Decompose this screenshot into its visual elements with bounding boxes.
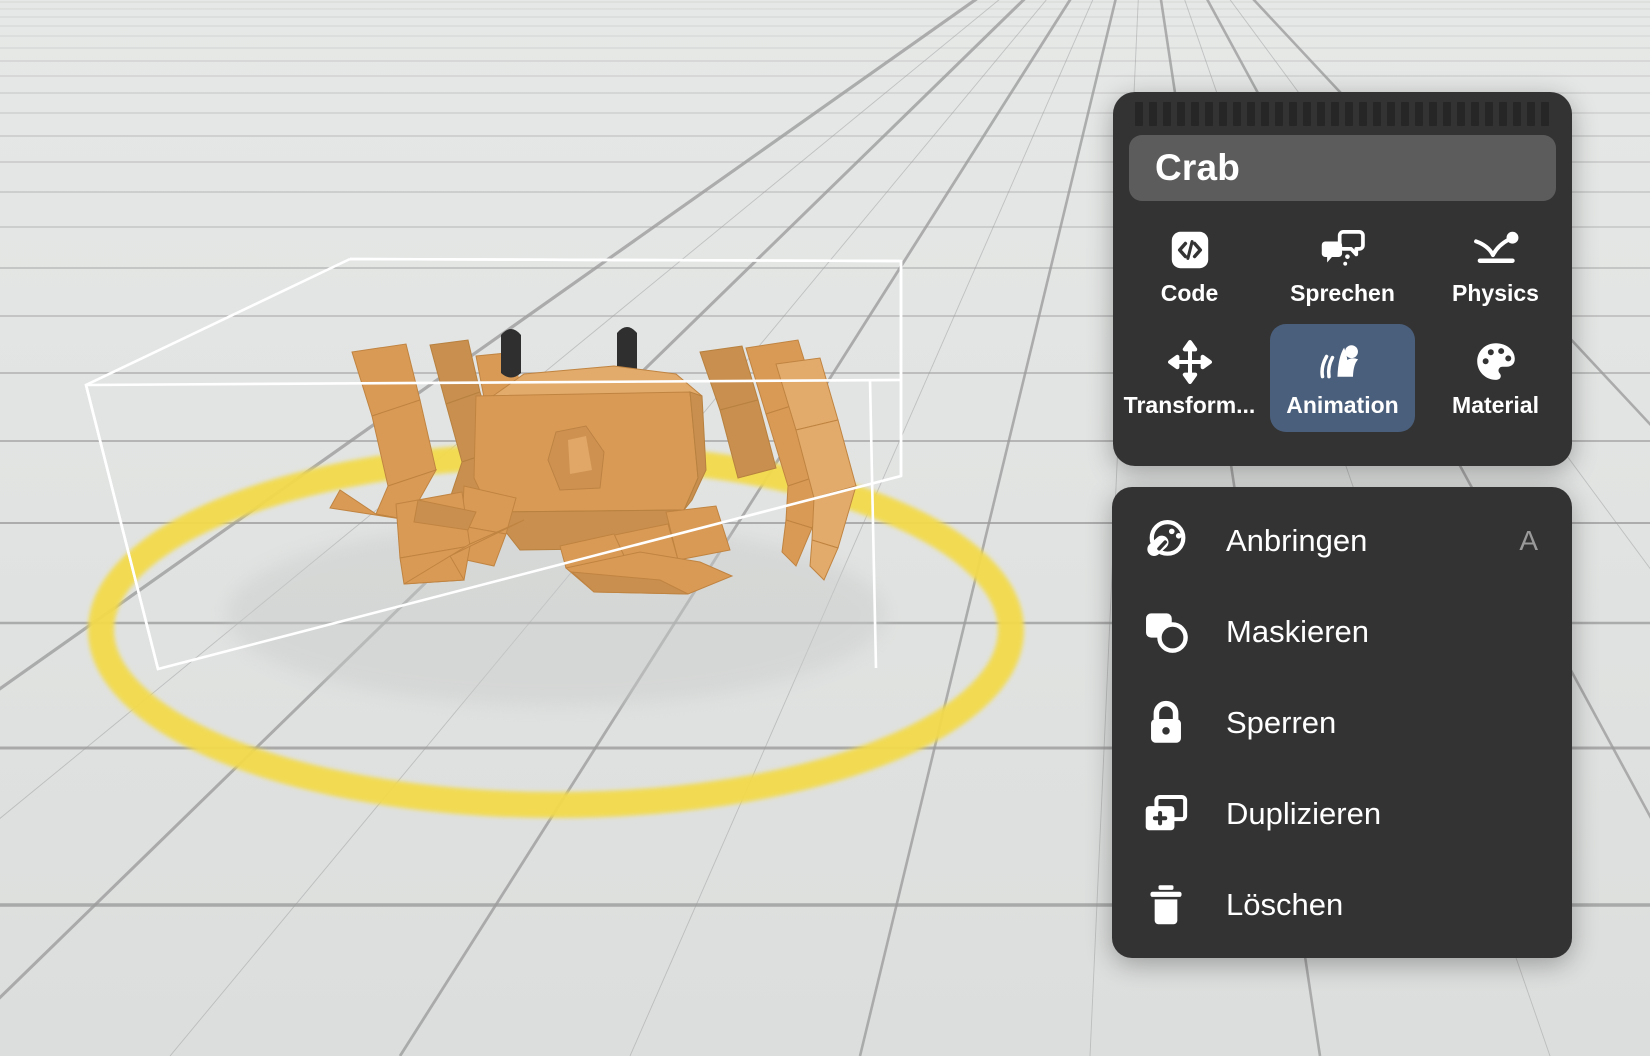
move-icon xyxy=(1167,339,1213,385)
menu-label-mask: Maskieren xyxy=(1226,613,1369,649)
speech-icon xyxy=(1319,227,1367,273)
lock-icon xyxy=(1138,699,1194,747)
tool-label-speak: Sprechen xyxy=(1290,280,1395,306)
menu-item-duplicate[interactable]: Duplizieren xyxy=(1112,768,1572,859)
menu-item-attach[interactable]: Anbringen A xyxy=(1112,495,1572,586)
tool-label-transform: Transform... xyxy=(1123,392,1256,418)
animation-icon xyxy=(1319,339,1367,385)
tool-button-transform[interactable]: Transform... xyxy=(1117,324,1262,432)
mask-icon xyxy=(1138,608,1194,656)
menu-label-delete: Löschen xyxy=(1226,886,1344,922)
app-root: Crab Code Sprechen Physics Transform... … xyxy=(0,0,1650,1056)
object-context-menu[interactable]: Anbringen A Maskieren Sperren Dupliziere… xyxy=(1112,487,1572,958)
menu-item-lock[interactable]: Sperren xyxy=(1112,677,1572,768)
menu-item-mask[interactable]: Maskieren xyxy=(1112,586,1572,677)
tool-label-material: Material xyxy=(1452,392,1539,418)
tool-label-animation: Animation xyxy=(1286,392,1399,418)
trash-icon xyxy=(1138,881,1194,929)
object-name-input[interactable]: Crab xyxy=(1129,135,1556,201)
panel-drag-handle[interactable] xyxy=(1135,102,1550,126)
menu-label-duplicate: Duplizieren xyxy=(1226,795,1382,831)
object-property-panel[interactable]: Crab Code Sprechen Physics Transform... … xyxy=(1113,92,1572,466)
palette-icon xyxy=(1473,339,1519,385)
attach-icon xyxy=(1138,516,1194,566)
menu-label-attach: Anbringen xyxy=(1226,522,1368,558)
tool-button-speak[interactable]: Sprechen xyxy=(1270,212,1415,320)
tool-grid: Code Sprechen Physics Transform... Anima… xyxy=(1113,210,1572,434)
duplicate-icon xyxy=(1138,792,1194,836)
tool-button-material[interactable]: Material xyxy=(1423,324,1568,432)
tool-label-code: Code xyxy=(1160,280,1219,306)
menu-item-delete[interactable]: Löschen xyxy=(1112,859,1572,950)
menu-shortcut-attach: A xyxy=(1519,524,1538,556)
tool-button-animation[interactable]: Animation xyxy=(1270,324,1415,432)
physics-icon xyxy=(1471,227,1521,273)
tool-button-physics[interactable]: Physics xyxy=(1423,212,1568,320)
tool-button-code[interactable]: Code xyxy=(1117,212,1262,320)
code-icon xyxy=(1167,227,1213,273)
object-name-value: Crab xyxy=(1155,147,1241,188)
menu-label-lock: Sperren xyxy=(1226,704,1337,740)
tool-label-physics: Physics xyxy=(1452,280,1539,306)
